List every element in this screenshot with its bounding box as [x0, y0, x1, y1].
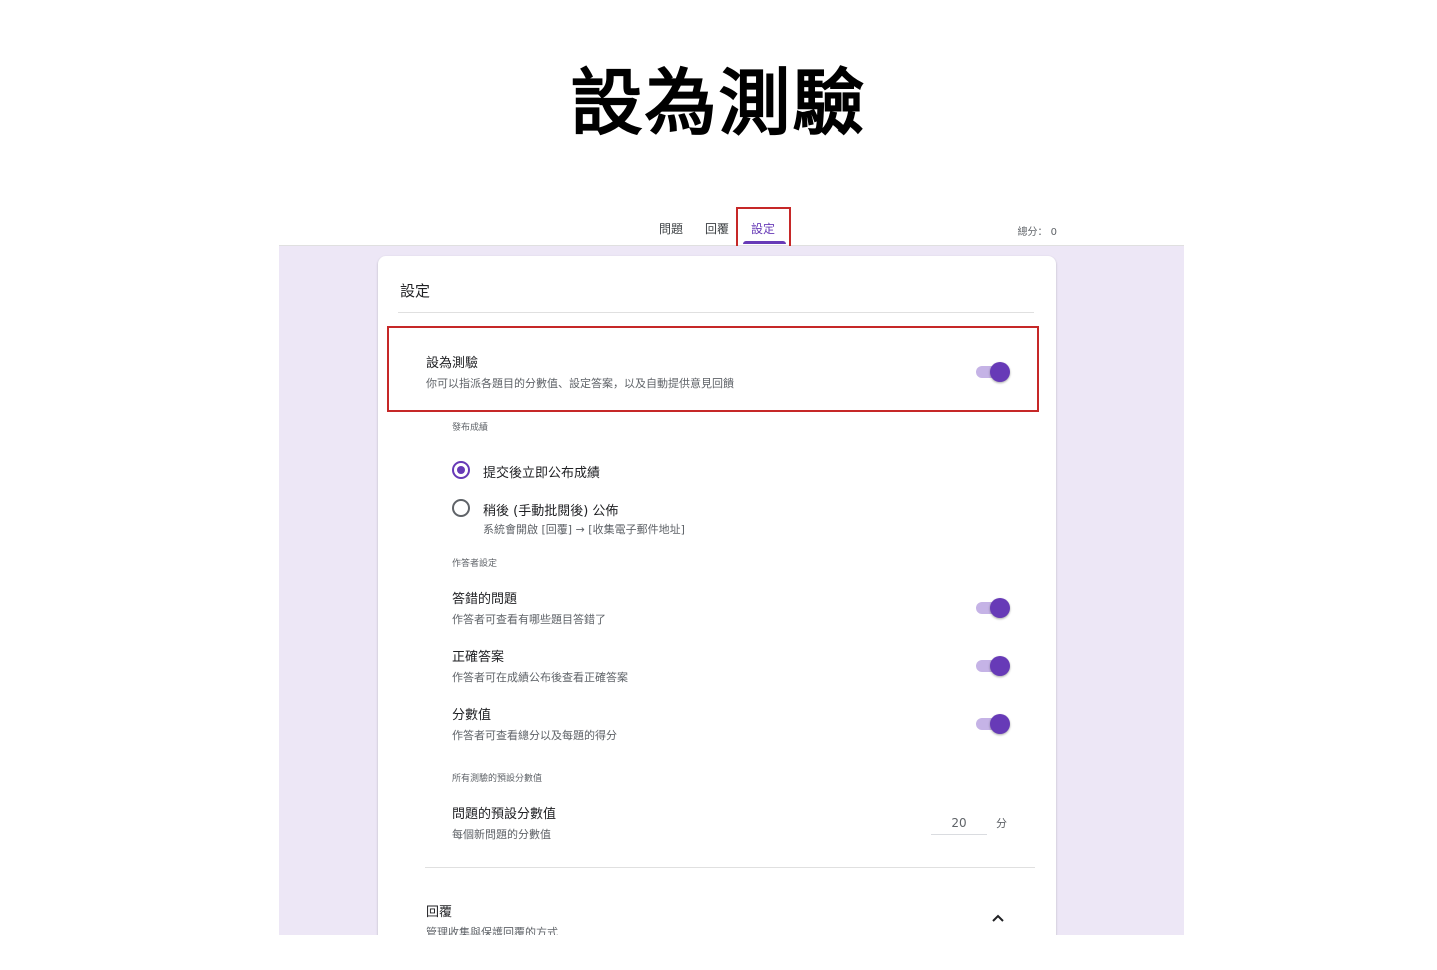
- top-tab-bar: 問題 回覆 設定 總分： 0: [279, 205, 1184, 252]
- highlight-box-quiz: [387, 326, 1039, 412]
- settings-title: 設定: [400, 282, 431, 300]
- total-points: 總分： 0: [1017, 227, 1057, 238]
- release-later-label: 稍後 (手動批閱後) 公佈: [483, 504, 619, 519]
- tab-questions[interactable]: 問題: [659, 222, 683, 236]
- release-grade-label: 發布成績: [452, 423, 489, 433]
- divider: [398, 312, 1034, 313]
- radio-release-later[interactable]: [452, 499, 470, 517]
- missed-questions-desc: 作答者可查看有哪些題目答錯了: [452, 613, 606, 626]
- responses-section-desc: 管理收集與保護回覆的方式: [426, 926, 558, 935]
- point-values-toggle[interactable]: [974, 714, 1010, 734]
- points-unit: 分: [996, 817, 1007, 830]
- responses-section-title: 回覆: [426, 905, 453, 920]
- chevron-up-icon[interactable]: [990, 910, 1006, 926]
- respondent-settings-label: 作答者設定: [452, 559, 498, 569]
- settings-card: 設定 設為測驗 你可以指派各題目的分數值、設定答案，以及自動提供意見回饋 發布成…: [378, 256, 1056, 935]
- correct-answers-title: 正確答案: [452, 650, 505, 665]
- correct-answers-desc: 作答者可在成績公布後查看正確答案: [452, 671, 628, 684]
- default-points-desc: 每個新問題的分數值: [452, 828, 551, 841]
- page-heading: 設為測驗: [570, 61, 867, 145]
- default-points-input[interactable]: [931, 812, 987, 835]
- point-values-title: 分數值: [452, 708, 492, 723]
- forms-screenshot: 問題 回覆 設定 總分： 0 設定 設為測驗 你可以指派各題目的分數值、設定答案…: [279, 205, 1184, 935]
- release-immediate-label: 提交後立即公布成績: [483, 466, 601, 481]
- release-later-note: 系統會開啟 [回覆] → [收集電子郵件地址]: [483, 523, 685, 536]
- divider: [425, 867, 1035, 868]
- point-values-desc: 作答者可查看總分以及每題的得分: [452, 729, 617, 742]
- missed-questions-title: 答錯的問題: [452, 592, 518, 607]
- tab-responses[interactable]: 回覆: [705, 222, 729, 236]
- default-points-label: 所有測驗的預設分數值: [452, 774, 543, 784]
- quiz-toggle[interactable]: [974, 362, 1010, 382]
- correct-answers-toggle[interactable]: [974, 656, 1010, 676]
- missed-questions-toggle[interactable]: [974, 598, 1010, 618]
- quiz-setting-title: 設為測驗: [426, 356, 479, 371]
- default-points-title: 問題的預設分數值: [452, 807, 557, 822]
- quiz-setting-desc: 你可以指派各題目的分數值、設定答案，以及自動提供意見回饋: [426, 377, 734, 390]
- radio-release-immediate[interactable]: [452, 461, 470, 479]
